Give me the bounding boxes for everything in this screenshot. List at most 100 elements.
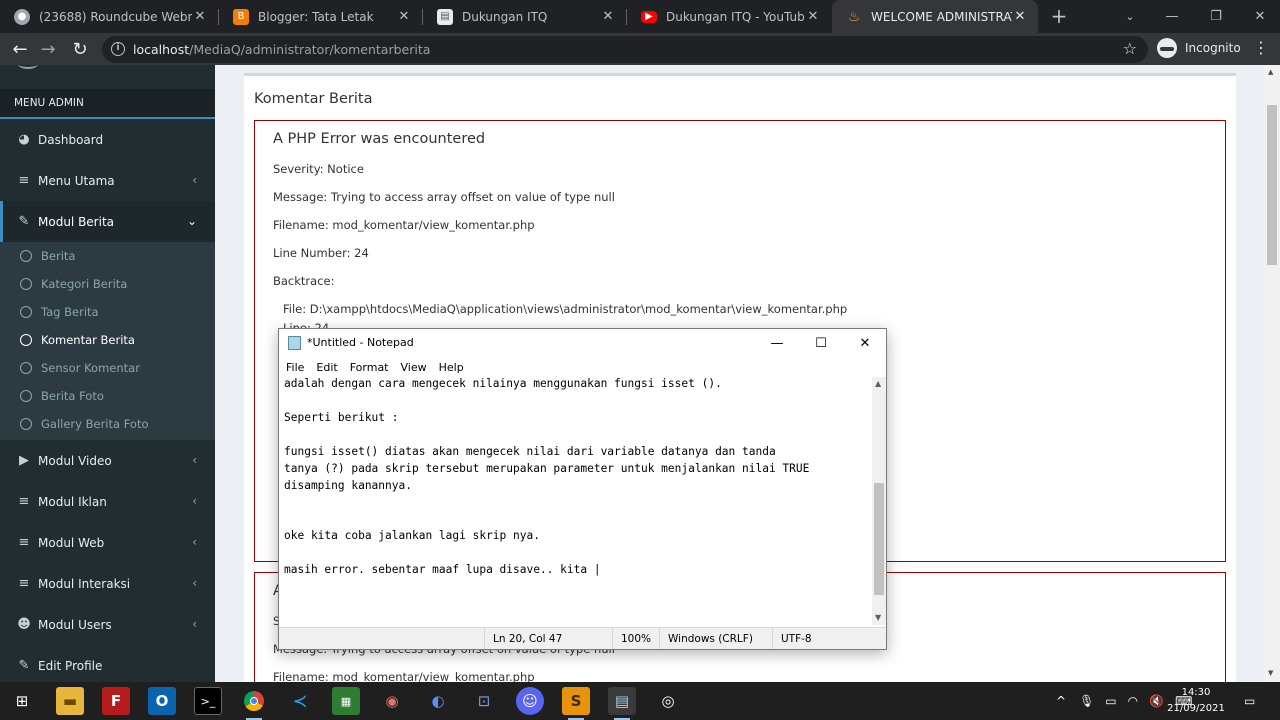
youtube-icon: ▶ [641,10,657,23]
chrome-icon[interactable] [240,687,268,720]
error-backtrace-label: Backtrace: [273,274,335,288]
browser-app-icon[interactable]: ◐ [424,687,452,715]
error-filename-2: Filename: mod_komentar/view_komentar.php [273,670,535,682]
tab-dukungan-itq[interactable]: ▤ Dukungan ITQ ✕ [423,0,626,33]
tab-youtube[interactable]: ▶ Dukungan ITQ - YouTube ✕ [627,0,831,33]
page-scrollbar[interactable]: ▲ ▼ [1264,65,1280,682]
close-icon[interactable]: ✕ [192,9,208,24]
scroll-thumb[interactable] [1267,105,1277,265]
file-explorer-icon[interactable]: ▬ [56,687,84,715]
sidebar-item-edit-profile[interactable]: ✎ Edit Profile [0,645,215,682]
submenu-item-komentar-berita[interactable]: Komentar Berita [0,326,215,354]
close-icon[interactable]: ✕ [396,9,412,24]
sidebar-item-modul-interaksi[interactable]: ≡ Modul Interaksi ‹ [0,563,215,604]
text-line: oke kita coba jalankan lagi skrip nya. [284,529,540,542]
submenu-item-tag-berita[interactable]: Tag Berita [0,298,215,326]
filezilla-icon[interactable]: F [102,687,130,715]
notepad-maximize-button[interactable]: ☐ [799,329,843,357]
close-icon[interactable]: ✕ [600,9,616,24]
sidebar-item-modul-iklan[interactable]: ≡ Modul Iklan ‹ [0,481,215,522]
circle-icon [20,278,32,290]
vscode-icon[interactable]: ≺ [286,687,314,715]
submenu-item-berita[interactable]: Berita [0,242,215,270]
address-bar[interactable]: i localhost/MediaQ/administrator/komenta… [102,36,1148,63]
network-tool-icon[interactable]: ◉ [378,687,406,715]
sidebar-item-modul-users[interactable]: ☻ Modul Users ‹ [0,604,215,645]
menu-edit[interactable]: Edit [316,361,337,374]
notepad-minimize-button[interactable]: — [755,329,799,357]
submenu-item-berita-foto[interactable]: Berita Foto [0,382,215,410]
chevron-up-icon[interactable]: ^ [1056,694,1066,708]
minimize-button[interactable]: — [1150,0,1194,33]
wifi-icon[interactable]: ◠ [1128,694,1138,708]
outlook-icon[interactable]: O [148,687,176,715]
scroll-thumb[interactable] [874,483,884,595]
close-icon[interactable]: ✕ [1012,9,1028,24]
submenu-item-kategori-berita[interactable]: Kategori Berita [0,270,215,298]
chevron-left-icon: ‹ [192,535,197,549]
roundcube-icon: ● [14,8,30,25]
menu-help[interactable]: Help [439,361,464,374]
sidebar-item-modul-web[interactable]: ≡ Modul Web ‹ [0,522,215,563]
close-icon[interactable]: ✕ [805,9,821,24]
bars-icon: ≡ [18,576,30,591]
scroll-up-icon[interactable]: ▲ [1268,68,1273,76]
info-icon[interactable]: i [111,42,125,56]
terminal-icon[interactable]: >_ [194,687,222,715]
users-icon: ☻ [17,617,31,632]
status-position: Ln 20, Col 47 [484,628,612,649]
notepad-scrollbar[interactable]: ▲ ▼ [872,377,886,625]
sidebar-item-modul-video[interactable]: ▶ Modul Video ‹ [0,440,215,481]
restore-button[interactable]: ❐ [1194,0,1238,33]
text-line: Seperti berikut : [284,411,399,424]
browser-tab-bar: ● (23688) Roundcube Webmail ✕ B Blogger:… [0,0,1280,33]
notepad-title-bar[interactable]: *Untitled - Notepad — ☐ ✕ [279,329,886,357]
microphone-icon[interactable]: 🎙 [1079,694,1094,708]
sublime-text-icon[interactable]: S [562,687,590,720]
text-line: disamping kanannya. [284,479,412,492]
play-icon: ▶ [19,453,29,468]
menu-format[interactable]: Format [350,361,389,374]
submenu-item-sensor-komentar[interactable]: Sensor Komentar [0,354,215,382]
notepad-close-button[interactable]: ✕ [843,329,887,357]
discord-icon[interactable]: ☺ [516,687,544,715]
bars-icon: ≡ [18,535,30,550]
network-share-icon[interactable]: ⊡ [470,687,498,715]
back-button[interactable]: ← [8,37,32,61]
page-icon: ▤ [437,8,453,25]
notifications-icon[interactable]: ▭ [1244,682,1255,720]
submenu-item-gallery-berita-foto[interactable]: Gallery Berita Foto [0,410,215,438]
notepad-text-area[interactable]: adalah dengan cara mengecek nilainya men… [280,377,872,625]
forward-button[interactable]: → [36,37,60,61]
windows-taskbar: ⊞ ▬ F O >_ ≺ ▦ ◉ ◐ ⊡ ☺ S ▤ ◎ ^ 🎙 ▭ ◠ 🔇 ⌨… [0,682,1280,720]
page-title: Komentar Berita [254,91,373,107]
scroll-down-icon[interactable]: ▼ [875,613,881,622]
menu-view[interactable]: View [401,361,427,374]
spreadsheet-icon[interactable]: ▦ [332,687,360,715]
tab-blogger[interactable]: B Blogger: Tata Letak ✕ [219,0,422,33]
scroll-up-icon[interactable]: ▲ [875,379,881,388]
circle-icon [20,334,32,346]
bookmark-star-icon[interactable]: ☆ [1123,39,1137,58]
menu-file[interactable]: File [286,361,304,374]
battery-icon[interactable]: ▭ [1105,694,1116,708]
notepad-status-bar: Ln 20, Col 47 100% Windows (CRLF) UTF-8 [279,627,886,649]
new-tab-button[interactable]: + [1048,5,1070,27]
close-window-button[interactable]: ✕ [1238,0,1280,33]
notepad-window[interactable]: *Untitled - Notepad — ☐ ✕ File Edit Form… [278,328,887,650]
tab-welcome-administrator[interactable]: ♨ WELCOME ADMINISTRATOR ✕ [832,0,1038,33]
sidebar-item-dashboard[interactable]: ◕ Dashboard [0,119,215,160]
obs-icon[interactable]: ◎ [654,687,682,715]
sidebar-item-modul-berita[interactable]: ✎ Modul Berita ⌄ [0,201,215,242]
tab-roundcube[interactable]: ● (23688) Roundcube Webmail ✕ [0,0,218,33]
scroll-down-icon[interactable]: ▼ [1268,669,1273,677]
taskbar-clock[interactable]: 14:30 21/09/2021 [1160,685,1232,717]
notepad-icon[interactable]: ▤ [608,687,636,720]
windows-start-icon[interactable]: ⊞ [8,687,36,715]
incognito-badge[interactable]: Incognito [1157,38,1241,58]
reload-button[interactable]: ↻ [68,37,92,61]
tab-search-button[interactable]: ⌄ [1108,0,1152,33]
text-line: fungsi isset() diatas akan mengecek nila… [284,445,776,458]
browser-menu-icon[interactable]: ⋮ [1253,38,1269,57]
sidebar-item-menu-utama[interactable]: ≡ Menu Utama ‹ [0,160,215,201]
